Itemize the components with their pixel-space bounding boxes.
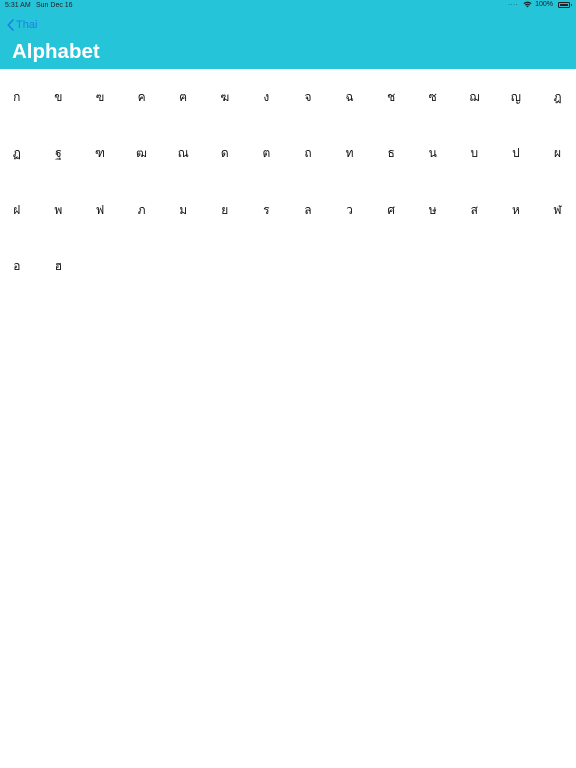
letter-cell[interactable]: บ [454,126,496,183]
letter-cell[interactable]: ฅ [162,69,204,126]
navigation-header: 5:31 AM Sun Dec 16 ···· 100% Thai Alphab… [0,0,576,69]
letter-cell[interactable]: ป [495,126,537,183]
letter-cell[interactable]: ฑ [79,126,121,183]
status-time: 5:31 AM [5,2,31,9]
letter-cell[interactable]: ญ [495,69,537,126]
letter-cell[interactable]: ฟ [79,182,121,239]
letter-cell[interactable]: ถ [287,126,329,183]
letter-cell[interactable]: ภ [121,182,163,239]
letter-cell[interactable]: ฏ [0,126,38,183]
letter-cell[interactable]: พ [38,182,80,239]
letter-cell[interactable]: ฉ [329,69,371,126]
chevron-left-icon [7,19,14,31]
status-indicators: ···· 100% [508,1,572,8]
letter-cell[interactable]: ช [370,69,412,126]
letter-cell[interactable]: ค [121,69,163,126]
letter-cell[interactable]: ฎ [537,69,576,126]
letter-cell[interactable]: ฐ [38,126,80,183]
letter-cell[interactable]: ท [329,126,371,183]
letter-cell[interactable]: ด [204,126,246,183]
letter-cell[interactable]: ข [38,69,80,126]
battery-icon [558,1,572,8]
letter-cell[interactable]: ศ [370,182,412,239]
letter-cell[interactable]: ก [0,69,38,126]
status-date: Sun Dec 16 [36,2,73,9]
back-button-label: Thai [16,19,38,31]
page-title: Alphabet [12,40,100,63]
letter-cell[interactable]: ล [287,182,329,239]
letter-cell[interactable]: น [412,126,454,183]
wifi-icon [523,1,532,8]
letter-cell[interactable]: ผ [537,126,576,183]
letter-cell[interactable]: ฮ [38,239,80,296]
letter-cell[interactable]: ฌ [454,69,496,126]
letter-cell[interactable]: ซ [412,69,454,126]
letter-cell[interactable]: จ [287,69,329,126]
letter-cell[interactable]: ย [204,182,246,239]
letter-cell[interactable]: ห [495,182,537,239]
letter-cell[interactable]: อ [0,239,38,296]
letter-cell[interactable]: ฝ [0,182,38,239]
cellular-dots-icon: ···· [508,1,519,8]
battery-percent: 100% [535,1,553,8]
letter-cell[interactable]: ฬ [537,182,576,239]
letter-cell[interactable]: ฆ [204,69,246,126]
letter-cell[interactable]: ง [246,69,288,126]
letter-cell[interactable]: ม [162,182,204,239]
letter-cell[interactable]: ต [246,126,288,183]
letter-cell[interactable]: ธ [370,126,412,183]
letter-cell[interactable]: ร [246,182,288,239]
letter-cell[interactable]: ษ [412,182,454,239]
letter-cell[interactable]: ฃ [79,69,121,126]
letter-cell[interactable]: ส [454,182,496,239]
letter-cell[interactable]: ฒ [121,126,163,183]
battery-level [560,3,568,6]
back-button[interactable]: Thai [7,17,37,33]
letter-cell[interactable]: ณ [162,126,204,183]
alphabet-grid: กขฃคฅฆงจฉชซฌญฎฏฐฑฒณดตถทธนบปผฝพฟภมยรลวศษส… [0,69,576,295]
letter-cell[interactable]: ว [329,182,371,239]
status-bar: 5:31 AM Sun Dec 16 ···· 100% [0,0,576,12]
